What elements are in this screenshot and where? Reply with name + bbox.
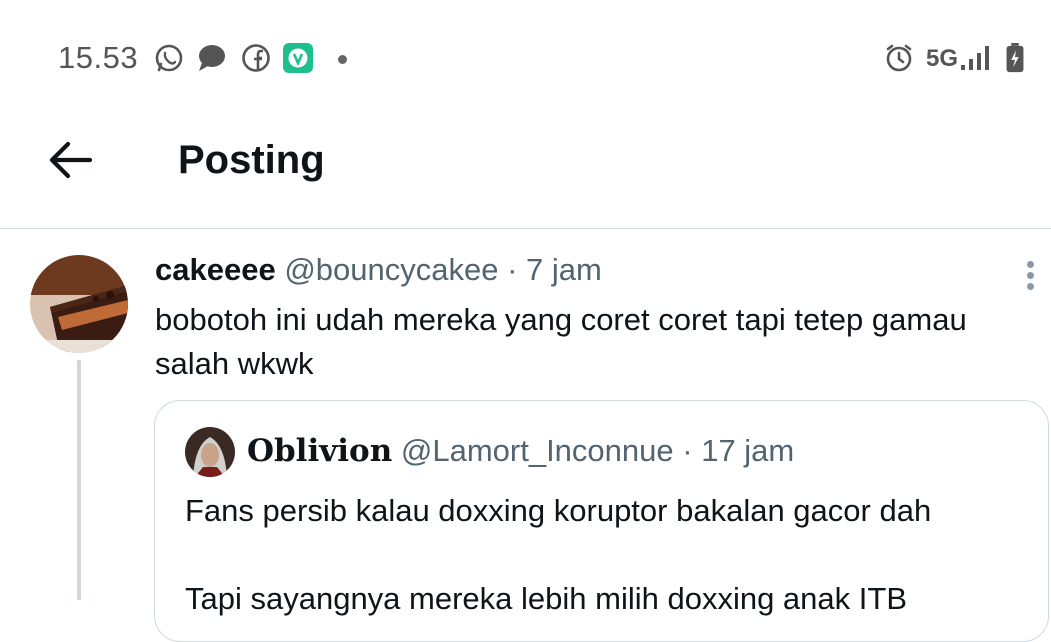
network-type: 5G bbox=[926, 45, 959, 72]
vidio-app-icon bbox=[283, 43, 313, 73]
quoted-post-text: Fans persib kalau doxxing koruptor bakal… bbox=[185, 489, 1025, 641]
thread-line bbox=[77, 360, 81, 600]
status-bar: 15.53 5G bbox=[0, 0, 1051, 120]
quoted-text-line: Fans persib kalau doxxing koruptor bakal… bbox=[185, 493, 932, 528]
facebook-icon bbox=[242, 44, 270, 72]
quoted-post-time: 17 jam bbox=[701, 433, 795, 468]
whatsapp-icon bbox=[155, 44, 183, 72]
quoted-author-name: Oblivion bbox=[247, 433, 393, 469]
quoted-author-handle: @Lamort_Inconnue bbox=[400, 433, 674, 468]
quoted-post-header: Oblivion @Lamort_Inconnue · 17 jam bbox=[247, 433, 794, 469]
app-header: Posting bbox=[0, 120, 1051, 229]
more-options-button[interactable] bbox=[1020, 258, 1040, 292]
post-author-avatar[interactable] bbox=[30, 255, 128, 353]
quoted-post-card[interactable]: Oblivion @Lamort_Inconnue · 17 jam Fans … bbox=[154, 400, 1049, 642]
signal-icon bbox=[961, 46, 989, 70]
notification-dot bbox=[338, 55, 347, 64]
separator-dot: · bbox=[682, 433, 693, 468]
quoted-text-line: Tapi sayangnya mereka lebih milih doxxin… bbox=[185, 581, 907, 616]
separator-dot: · bbox=[507, 252, 518, 287]
post-author-name[interactable]: cakeeee bbox=[155, 252, 276, 287]
post-header: cakeeee @bouncycakee · 7 jam bbox=[155, 252, 602, 288]
page-title: Posting bbox=[178, 138, 325, 182]
post-author-handle[interactable]: @bouncycakee bbox=[284, 252, 498, 287]
status-time: 15.53 bbox=[58, 40, 139, 75]
post-text: bobotoh ini udah mereka yang coret coret… bbox=[155, 302, 967, 381]
quoted-author-avatar bbox=[185, 427, 235, 477]
post-time: 7 jam bbox=[526, 252, 602, 287]
alarm-icon bbox=[886, 44, 912, 72]
back-button[interactable] bbox=[46, 138, 96, 182]
chat-bubble-icon bbox=[199, 45, 225, 71]
battery-charging-icon bbox=[1006, 43, 1024, 73]
more-vertical-icon bbox=[1026, 261, 1034, 268]
